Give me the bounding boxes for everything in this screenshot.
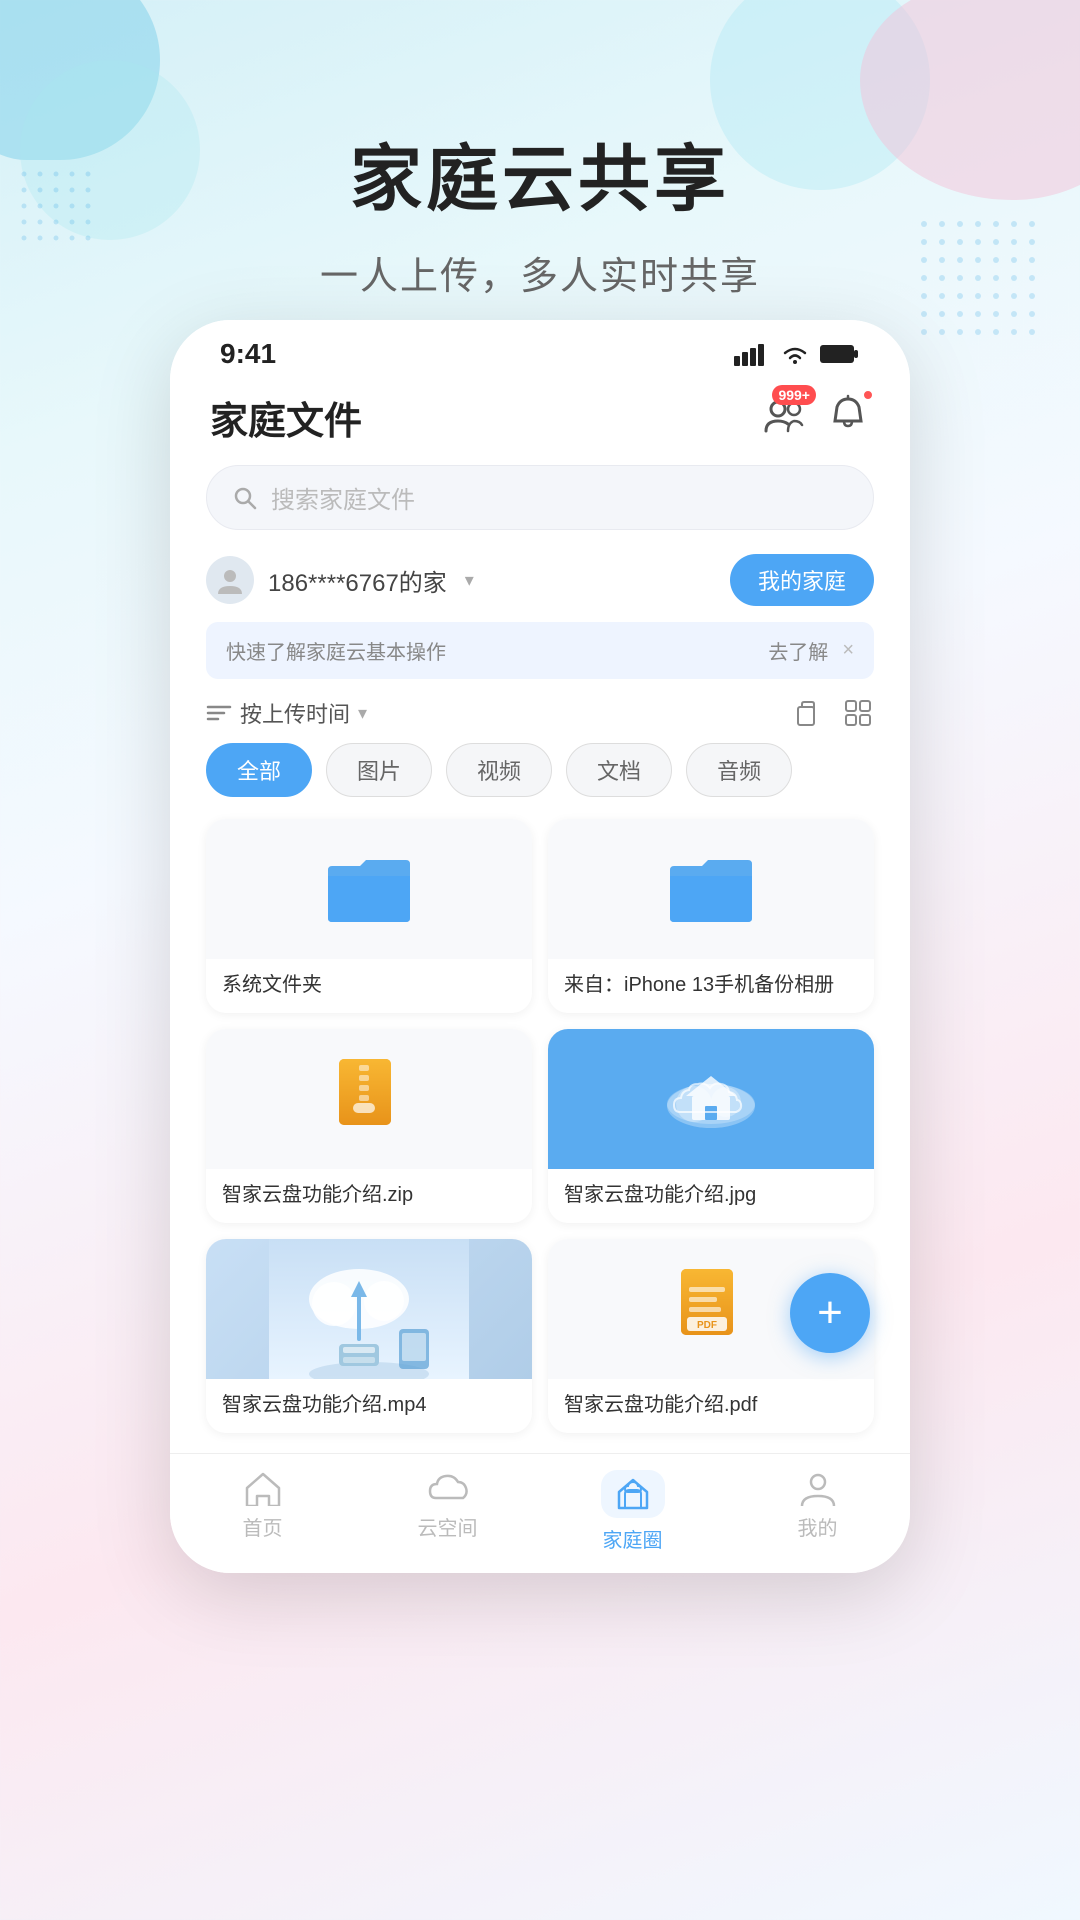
nav-item-home[interactable]: 首页 [170,1470,355,1553]
page-subtitle: 一人上传，多人实时共享 [0,245,1080,300]
dot-pattern-right [920,220,1040,340]
bottom-nav: 首页 云空间 家庭圈 [170,1453,910,1573]
status-icons [734,342,860,366]
nav-family-label: 家庭圈 [603,1524,663,1553]
grid-icon[interactable] [842,697,874,729]
filter-tab-videos[interactable]: 视频 [446,743,552,797]
folder-thumb-2 [548,819,874,959]
file-name-4: 智家云盘功能介绍.jpg [548,1169,874,1223]
nav-cloud-icon [428,1470,468,1506]
file-item-mp4[interactable]: 智家云盘功能介绍.mp4 [206,1239,532,1433]
file-name-1: 系统文件夹 [206,959,532,1013]
nav-item-profile[interactable]: 我的 [725,1470,910,1553]
file-grid: 系统文件夹 来自：iPhone 13手机备份相册 [170,809,910,1453]
zip-thumb [206,1029,532,1169]
copy-icon[interactable] [790,697,822,729]
info-banner-actions: 去了解 × [768,636,854,665]
nav-item-cloud[interactable]: 云空间 [355,1470,540,1553]
search-placeholder: 搜索家庭文件 [271,480,415,515]
nav-profile-icon [798,1470,838,1506]
battery-icon [820,343,860,365]
info-learn-link[interactable]: 去了解 [768,636,828,665]
zip-icon [333,1055,405,1143]
file-name-3: 智家云盘功能介绍.zip [206,1169,532,1223]
file-item-jpg[interactable]: 智家云盘功能介绍.jpg [548,1029,874,1223]
file-name-6: 智家云盘功能介绍.pdf [548,1379,874,1433]
person-icon [214,564,246,596]
search-icon [231,484,259,512]
info-banner: 快速了解家庭云基本操作 去了解 × [206,622,874,679]
filter-tab-docs[interactable]: 文档 [566,743,672,797]
video-preview [206,1239,532,1379]
nav-home-icon [243,1470,283,1506]
status-bar: 9:41 [170,320,910,380]
pdf-icon: PDF [675,1265,747,1353]
filter-tab-audio[interactable]: 音频 [686,743,792,797]
bell-icon-wrapper[interactable] [826,393,870,442]
sort-label: 按上传时间 [240,697,350,729]
family-selector: 186****6767的家 ▾ 我的家庭 [170,546,910,618]
dot-pattern-left [20,170,100,250]
jpg-thumb [548,1029,874,1169]
search-bar[interactable]: 搜索家庭文件 [206,465,874,530]
family-avatar [206,556,254,604]
folder-icon-2 [666,852,756,927]
family-name: 186****6767的家 [268,563,447,598]
sort-bar: 按上传时间 ▾ [170,689,910,737]
my-family-button[interactable]: 我的家庭 [730,554,874,606]
signal-icon [734,342,770,366]
wifi-icon [780,342,810,366]
nav-cloud-label: 云空间 [418,1512,478,1541]
filter-tab-images[interactable]: 图片 [326,743,432,797]
sort-chevron-icon: ▾ [358,703,367,724]
sort-left[interactable]: 按上传时间 ▾ [206,697,367,729]
sort-icon [206,702,232,724]
file-item-folder-2[interactable]: 来自：iPhone 13手机备份相册 [548,819,874,1013]
app-header-title: 家庭文件 [210,390,362,445]
file-name-5: 智家云盘功能介绍.mp4 [206,1379,532,1433]
filter-tab-all[interactable]: 全部 [206,743,312,797]
folder-icon-1 [324,852,414,927]
file-name-2: 来自：iPhone 13手机备份相册 [548,959,874,1013]
app-header: 家庭文件 999+ [170,380,910,455]
phone-mockup: 9:41 家庭文件 [170,320,910,1573]
bell-dot [862,389,874,401]
sort-right [790,697,874,729]
nav-profile-label: 我的 [798,1512,838,1541]
info-close-button[interactable]: × [842,639,854,662]
nav-home-label: 首页 [243,1512,283,1541]
header-icons: 999+ [762,393,870,442]
family-chevron-icon: ▾ [465,570,474,591]
file-item-zip[interactable]: 智家云盘功能介绍.zip [206,1029,532,1223]
info-banner-text: 快速了解家庭云基本操作 [226,636,446,665]
svg-text:PDF: PDF [697,1320,717,1331]
folder-thumb-1 [206,819,532,959]
cloud-home-icon [656,1054,766,1144]
mp4-thumb [206,1239,532,1379]
family-left[interactable]: 186****6767的家 ▾ [206,556,474,604]
fab-plus-icon: + [817,1288,843,1338]
people-icon-wrapper[interactable]: 999+ [762,393,806,442]
nav-item-family[interactable]: 家庭圈 [540,1470,725,1553]
notification-badge: 999+ [772,385,816,405]
video-thumb-svg [269,1239,469,1379]
status-time: 9:41 [220,338,276,370]
filter-tabs: 全部 图片 视频 文档 音频 [170,737,910,809]
file-item-folder-1[interactable]: 系统文件夹 [206,819,532,1013]
nav-family-icon [613,1476,653,1512]
fab-add-button[interactable]: + [790,1273,870,1353]
